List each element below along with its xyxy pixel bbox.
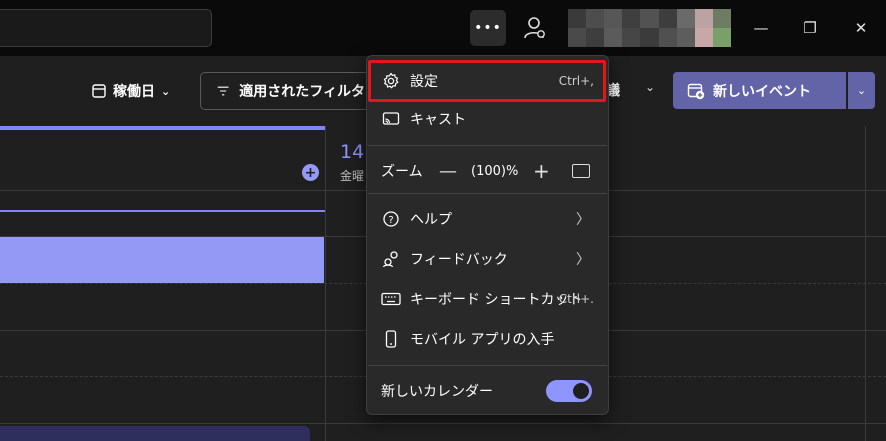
svg-text:?: ? [388,215,393,226]
view-switcher[interactable]: 稼働日 ⌄ [91,80,170,102]
chevron-right-icon: 〉 [576,252,590,268]
settings-highlight-box [368,60,606,102]
keyboard-icon [381,289,401,309]
phone-icon [381,329,401,349]
avatar-pixel [604,28,623,47]
menu-item-cast-label: キャスト [410,112,466,128]
cast-icon [381,109,401,129]
more-options-menu: 設定 Ctrl+, キャスト ズーム — (100)% + ? ヘルプ 〉 フィ… [366,55,609,415]
more-options-button[interactable]: ••• [470,10,506,46]
teams-calendar-window: ••• — ❐ ✕ 稼働日 ⌄ 適用されたフィルター 議 ⌄ 新しいイベント ⌄… [0,0,886,441]
filter-icon [217,86,229,96]
close-icon: ✕ [854,19,868,37]
all-day-line [0,210,325,212]
filter-label: 適用されたフィルター [239,84,379,100]
menu-item-keyboard-shortcuts[interactable]: キーボード ショートカット Ctrl+. [367,280,608,318]
new-event-dropdown[interactable]: ⌄ [848,72,875,109]
chevron-right-icon: 〉 [576,212,590,228]
avatar-pixel [694,28,713,47]
calendar-add-icon [687,83,705,99]
view-switcher-label: 稼働日 [113,84,155,100]
more-icon: ••• [474,20,502,36]
today-indicator [0,126,325,130]
close-button[interactable]: ✕ [847,14,875,42]
calendar-view-icon [92,84,106,98]
avatar-pixel [568,28,587,47]
avatar-pixel [676,28,695,47]
avatar-pixel [622,9,641,28]
menu-divider [368,193,607,194]
day-name: 金曜 [340,169,365,183]
avatar[interactable] [568,9,731,47]
avatar-pixel [586,28,605,47]
menu-item-mobile-label: モバイル アプリの入手 [410,332,555,348]
profile-settings-icon[interactable] [521,14,549,42]
new-calendar-toggle[interactable] [546,380,592,402]
zoom-label: ズーム [381,164,423,180]
new-event-button[interactable]: 新しいイベント [673,72,846,109]
menu-divider [368,365,607,366]
chevron-down-icon[interactable]: ⌄ [645,80,655,94]
avatar-pixel [586,9,605,28]
minimize-icon: — [753,19,769,37]
avatar-pixel [658,9,677,28]
menu-item-mobile-app[interactable]: モバイル アプリの入手 [367,320,608,358]
feedback-icon [381,249,401,269]
avatar-pixel [640,9,659,28]
restore-icon: ❐ [803,19,817,37]
zoom-level[interactable]: (100)% [471,164,518,179]
menu-item-new-calendar-label: 新しいカレンダー [381,384,493,400]
fullscreen-icon[interactable] [572,164,590,178]
menu-item-zoom: ズーム — (100)% + [367,152,608,190]
chevron-down-icon: ⌄ [161,84,171,98]
avatar-pixel [622,28,641,47]
minimize-button[interactable]: — [747,14,775,42]
restore-button[interactable]: ❐ [796,14,824,42]
menu-item-feedback-label: フィードバック [410,252,508,268]
menu-item-feedback[interactable]: フィードバック 〉 [367,240,608,278]
help-icon: ? [381,209,401,229]
calendar-event[interactable] [0,237,324,283]
avatar-pixel [658,28,677,47]
zoom-out-button[interactable]: — [439,161,457,182]
menu-item-help[interactable]: ? ヘルプ 〉 [367,200,608,238]
search-input[interactable] [0,9,212,47]
menu-item-help-label: ヘルプ [410,212,452,228]
avatar-pixel [712,28,731,47]
day-number[interactable]: 14 [340,141,364,163]
chevron-down-icon: ⌄ [856,84,867,97]
menu-item-new-calendar[interactable]: 新しいカレンダー [367,372,608,410]
zoom-in-button[interactable]: + [533,159,550,183]
toggle-knob [573,383,589,399]
avatar-pixel [604,9,623,28]
avatar-pixel [694,9,713,28]
title-bar: ••• — ❐ ✕ [0,0,886,56]
avatar-pixel [568,9,587,28]
calendar-event[interactable] [0,426,310,441]
avatar-pixel [712,9,731,28]
menu-divider [368,145,607,146]
keyboard-shortcut: Ctrl+. [558,292,594,306]
avatar-pixel [676,9,695,28]
grid-line [0,423,886,424]
filter-button[interactable]: 適用されたフィルター [200,72,380,110]
new-event-label: 新しいイベント [713,83,811,100]
avatar-pixel [640,28,659,47]
menu-item-cast[interactable]: キャスト [367,100,608,138]
menu-item-keyboard-label: キーボード ショートカット [410,292,583,308]
add-event-icon[interactable]: + [302,164,319,181]
